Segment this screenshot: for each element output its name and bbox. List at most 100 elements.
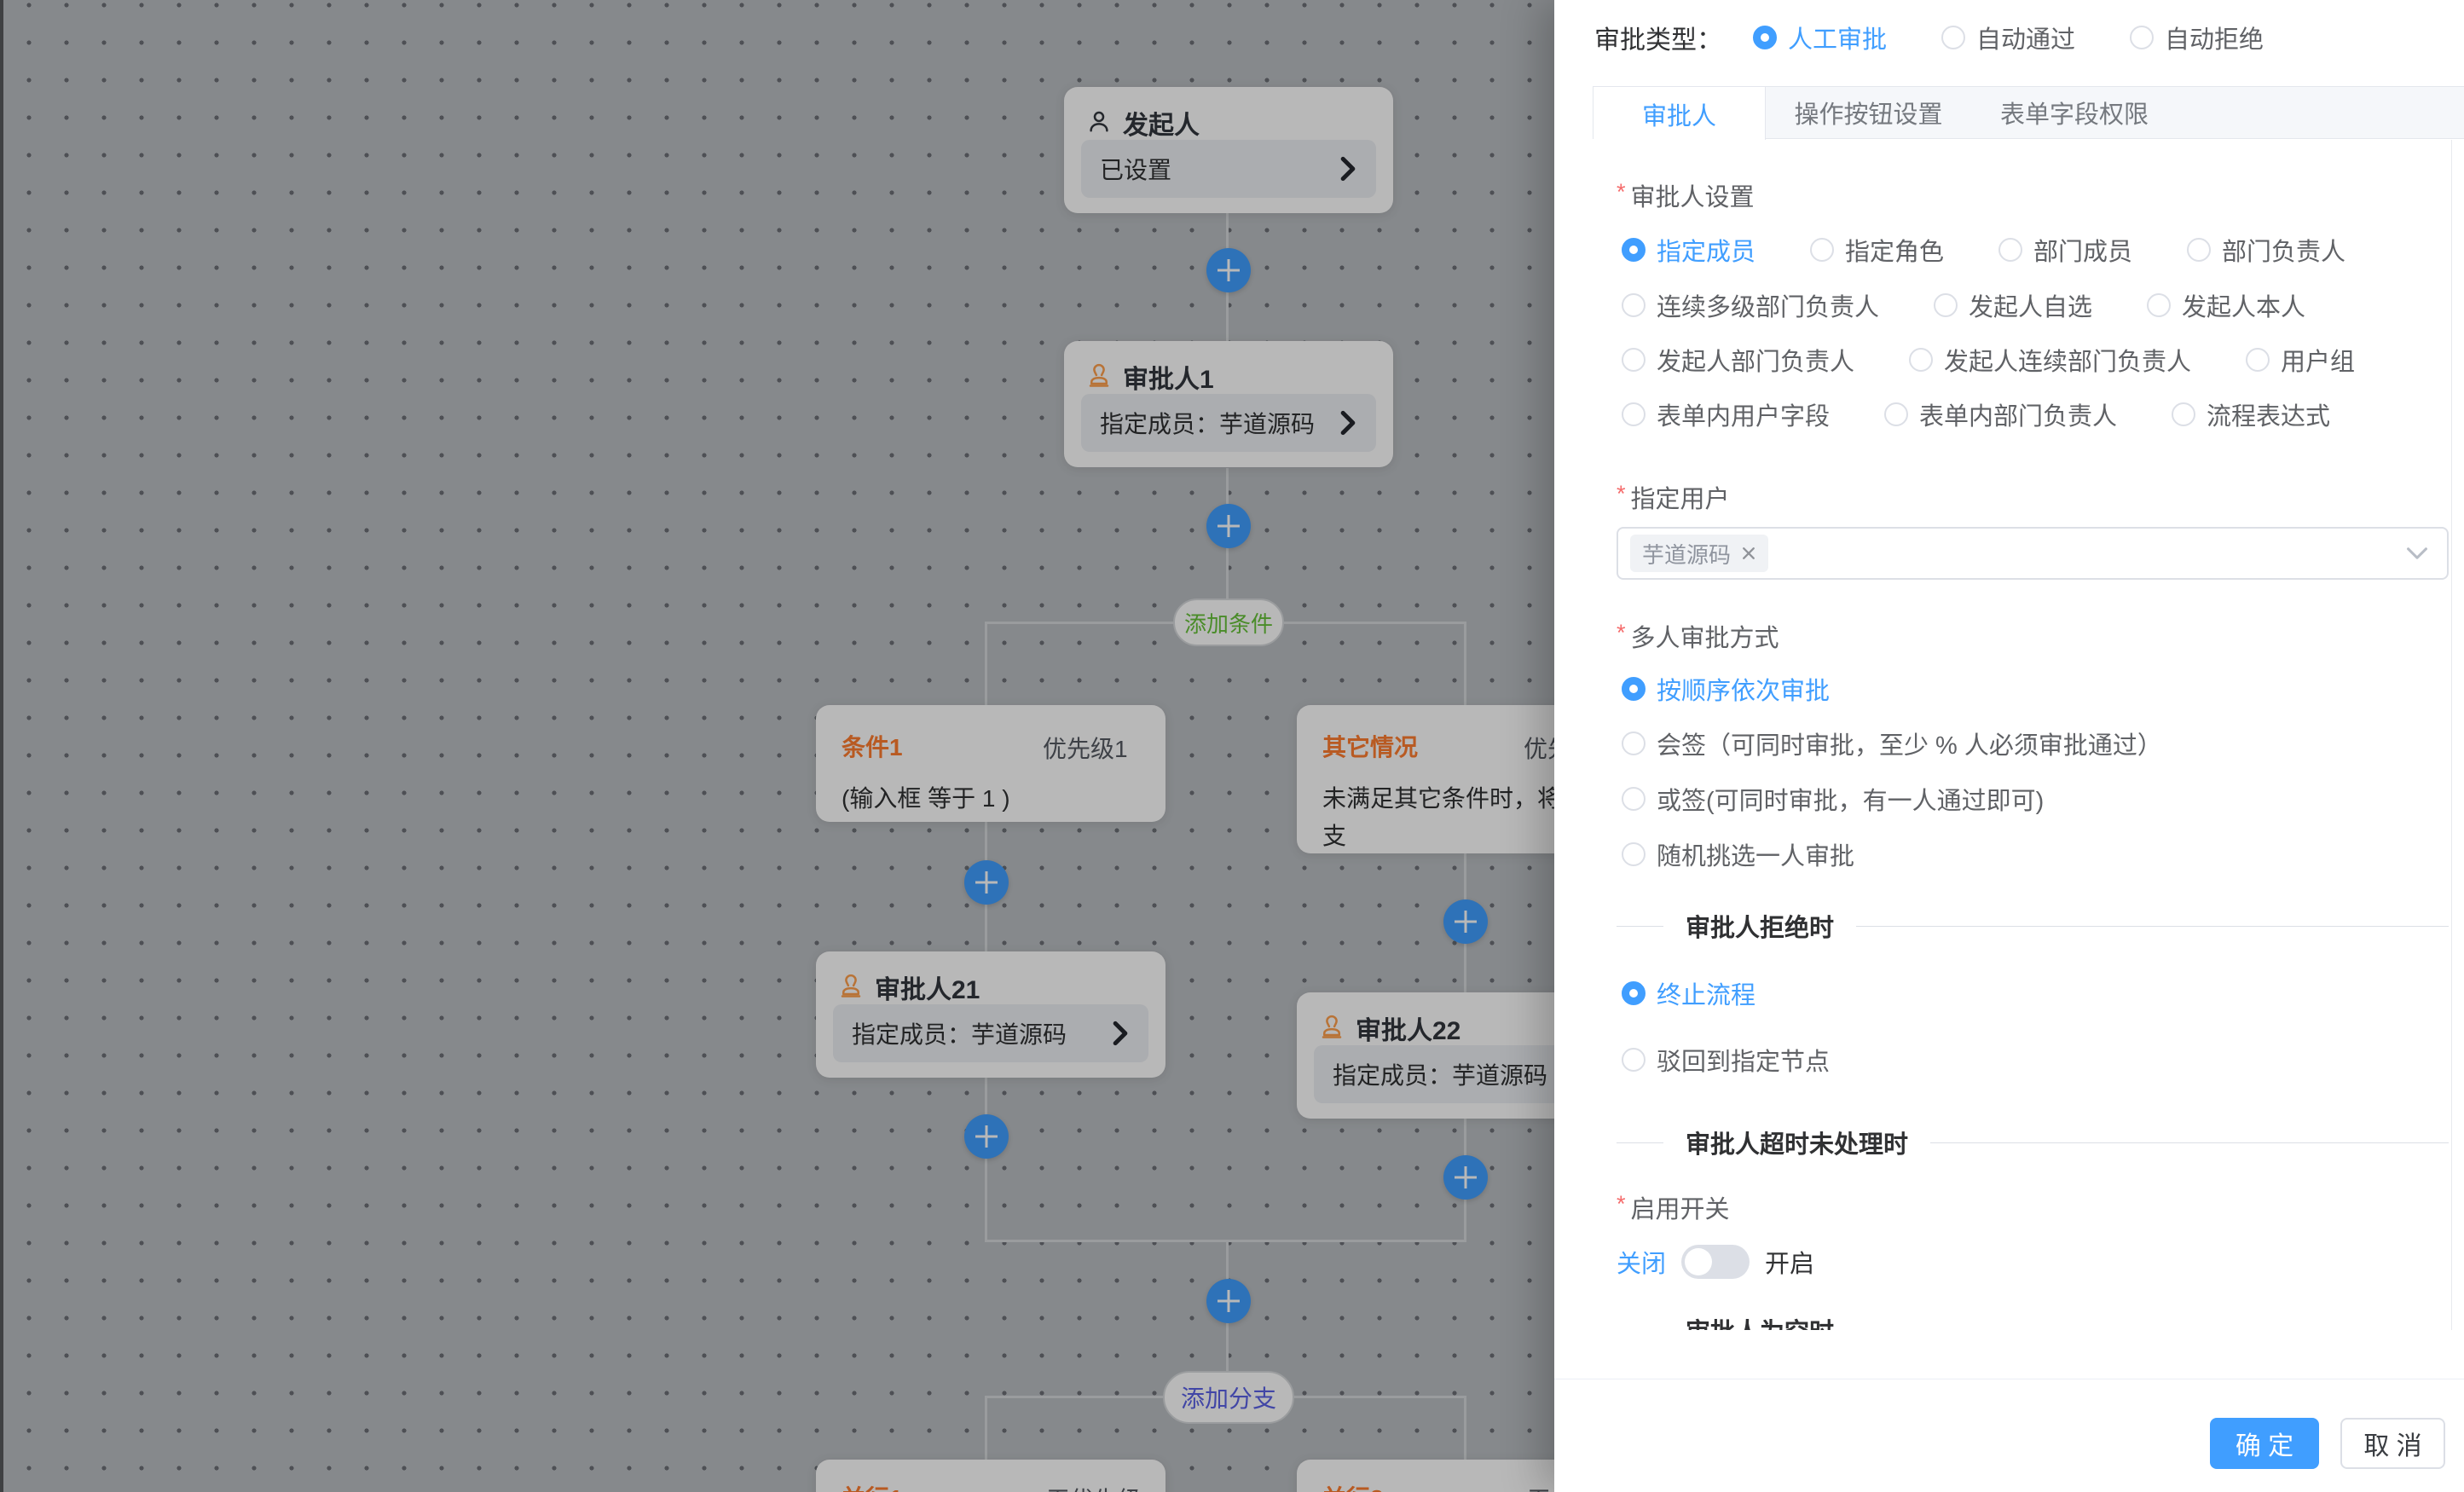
radio-label: 发起人部门负责人: [1657, 342, 1854, 378]
radio-icon: [1622, 402, 1646, 426]
radio-starter-self[interactable]: 发起人本人: [2147, 287, 2305, 323]
approval-type-row: 审批类型： 人工审批 自动通过 自动拒绝: [1594, 19, 2264, 56]
timeout-section-divider: 审批人超时未处理时: [1617, 1129, 2449, 1156]
radio-label: 终止流程: [1657, 975, 1755, 1011]
toggle-knob: [1685, 1248, 1712, 1275]
radio-label: 或签(可同时审批，有一人通过即可): [1657, 781, 2044, 817]
divider-title: 审批人拒绝时: [1663, 908, 1856, 944]
radio-form-user-field[interactable]: 表单内用户字段: [1622, 396, 1830, 432]
assign-user-label: * 指定用户: [1617, 479, 1730, 515]
radio-label: 自动通过: [1976, 20, 2075, 55]
radio-icon: [1753, 26, 1777, 49]
approval-type-radio-manual[interactable]: 人工审批: [1753, 20, 1887, 55]
user-tag-text: 芋道源码: [1642, 538, 1731, 570]
field-label-text: 多人审批方式: [1631, 618, 1779, 654]
cancel-button[interactable]: 取 消: [2340, 1418, 2445, 1469]
radio-label: 连续多级部门负责人: [1657, 287, 1879, 323]
reject-option: 终止流程: [1622, 980, 1755, 1007]
assign-user-select[interactable]: 芋道源码: [1617, 527, 2449, 580]
enable-switch-label: * 启用开关: [1617, 1189, 1730, 1225]
radio-assign-role[interactable]: 指定角色: [1810, 232, 1944, 268]
radio-label: 会签（可同时审批，至少 % 人必须审批通过）: [1657, 726, 2162, 761]
radio-label: 部门成员: [2033, 232, 2132, 268]
radio-label: 表单内用户字段: [1657, 396, 1830, 432]
radio-label: 发起人自选: [1969, 287, 2092, 323]
tab-approver[interactable]: 审批人: [1594, 87, 1766, 141]
radio-label: 指定成员: [1657, 232, 1755, 268]
confirm-button[interactable]: 确 定: [2210, 1418, 2319, 1469]
approver-setting-row4: 表单内用户字段 表单内部门负责人 流程表达式: [1622, 401, 2330, 428]
radio-return-to-node[interactable]: 驳回到指定节点: [1622, 1042, 1830, 1078]
radio-icon: [1622, 732, 1646, 755]
reject-option: 驳回到指定节点: [1622, 1046, 1830, 1073]
radio-icon: [1622, 677, 1646, 701]
timeout-switch-row: 关闭 开启: [1617, 1245, 1814, 1279]
radio-icon: [1941, 26, 1965, 49]
radio-icon: [1884, 402, 1908, 426]
radio-icon: [1909, 348, 1933, 372]
radio-label: 人工审批: [1788, 20, 1887, 55]
radio-icon: [1622, 238, 1646, 262]
radio-form-dept-leader[interactable]: 表单内部门负责人: [1884, 396, 2117, 432]
tab-form-field-permission[interactable]: 表单字段权限: [1971, 87, 2178, 138]
radio-icon: [1622, 1048, 1646, 1072]
divider-title: 审批人为空时: [1663, 1312, 1856, 1330]
radio-starter-dept-leader[interactable]: 发起人部门负责人: [1622, 342, 1854, 378]
approval-config-panel: 审批类型： 人工审批 自动通过 自动拒绝 审批人 操作按钮设置 表单字段权限 *…: [1554, 0, 2464, 1492]
empty-section-divider: 审批人为空时: [1617, 1316, 2449, 1330]
switch-on-label: 开启: [1765, 1244, 1814, 1280]
multi-approve-option: 随机挑选一人审批: [1622, 841, 1854, 868]
radio-random-one[interactable]: 随机挑选一人审批: [1622, 836, 1854, 872]
radio-icon: [2172, 402, 2195, 426]
multi-approve-option: 会签（可同时审批，至少 % 人必须审批通过）: [1622, 730, 2162, 757]
tab-button-settings[interactable]: 操作按钮设置: [1766, 87, 1971, 138]
multi-approve-option: 或签(可同时审批，有一人通过即可): [1622, 785, 2044, 813]
divider-line: [1930, 1142, 2449, 1143]
radio-multi-level-dept-leader[interactable]: 连续多级部门负责人: [1622, 287, 1879, 323]
reject-section-divider: 审批人拒绝时: [1617, 912, 2449, 940]
radio-label: 按顺序依次审批: [1657, 671, 1830, 707]
radio-icon: [1622, 293, 1646, 317]
radio-terminate-process[interactable]: 终止流程: [1622, 975, 1755, 1011]
divider-line: [1617, 926, 1663, 927]
timeout-toggle[interactable]: [1681, 1245, 1750, 1279]
radio-label: 流程表达式: [2207, 396, 2330, 432]
radio-starter-multi-dept-leader[interactable]: 发起人连续部门负责人: [1909, 342, 2191, 378]
radio-sequential-approve[interactable]: 按顺序依次审批: [1622, 671, 1830, 707]
radio-process-expression[interactable]: 流程表达式: [2172, 396, 2330, 432]
config-content[interactable]: * 审批人设置 指定成员 指定角色 部门成员 部门负责人 连续多级部门负责人 发…: [1554, 140, 2464, 1330]
radio-starter-self-select[interactable]: 发起人自选: [1934, 287, 2092, 323]
radio-dept-leader[interactable]: 部门负责人: [2187, 232, 2345, 268]
radio-icon: [1622, 842, 1646, 866]
radio-label: 自动拒绝: [2165, 20, 2264, 55]
tab-label: 操作按钮设置: [1794, 95, 1942, 130]
radio-label: 表单内部门负责人: [1919, 396, 2117, 432]
close-icon[interactable]: [1741, 546, 1756, 561]
approval-type-radio-auto-pass[interactable]: 自动通过: [1941, 20, 2075, 55]
radio-assign-member[interactable]: 指定成员: [1622, 232, 1755, 268]
radio-user-group[interactable]: 用户组: [2246, 342, 2355, 378]
field-label-text: 指定用户: [1631, 479, 1730, 515]
chevron-down-icon: [2406, 546, 2428, 560]
radio-icon: [1622, 787, 1646, 811]
radio-icon: [1810, 238, 1834, 262]
required-asterisk: *: [1617, 179, 1626, 205]
radio-label: 随机挑选一人审批: [1657, 836, 1854, 872]
multi-approve-option: 按顺序依次审批: [1622, 675, 1830, 703]
radio-countersign[interactable]: 会签（可同时审批，至少 % 人必须审批通过）: [1622, 726, 2162, 761]
approver-setting-row1: 指定成员 指定角色 部门成员 部门负责人: [1622, 236, 2345, 263]
modal-mask: [0, 0, 1554, 1492]
switch-off-label: 关闭: [1617, 1244, 1666, 1280]
approval-type-radio-auto-reject[interactable]: 自动拒绝: [2130, 20, 2264, 55]
radio-orsign[interactable]: 或签(可同时审批，有一人通过即可): [1622, 781, 2044, 817]
divider-line: [1856, 1330, 2449, 1331]
user-tag[interactable]: 芋道源码: [1630, 535, 1768, 572]
radio-label: 驳回到指定节点: [1657, 1042, 1830, 1078]
field-label-text: 审批人设置: [1631, 177, 1755, 213]
radio-dept-member[interactable]: 部门成员: [1998, 232, 2132, 268]
divider-title: 审批人超时未处理时: [1663, 1125, 1930, 1160]
radio-icon: [1998, 238, 2022, 262]
radio-label: 发起人本人: [2182, 287, 2305, 323]
approver-setting-row3: 发起人部门负责人 发起人连续部门负责人 用户组: [1622, 346, 2355, 373]
divider-line: [1617, 1330, 1663, 1331]
